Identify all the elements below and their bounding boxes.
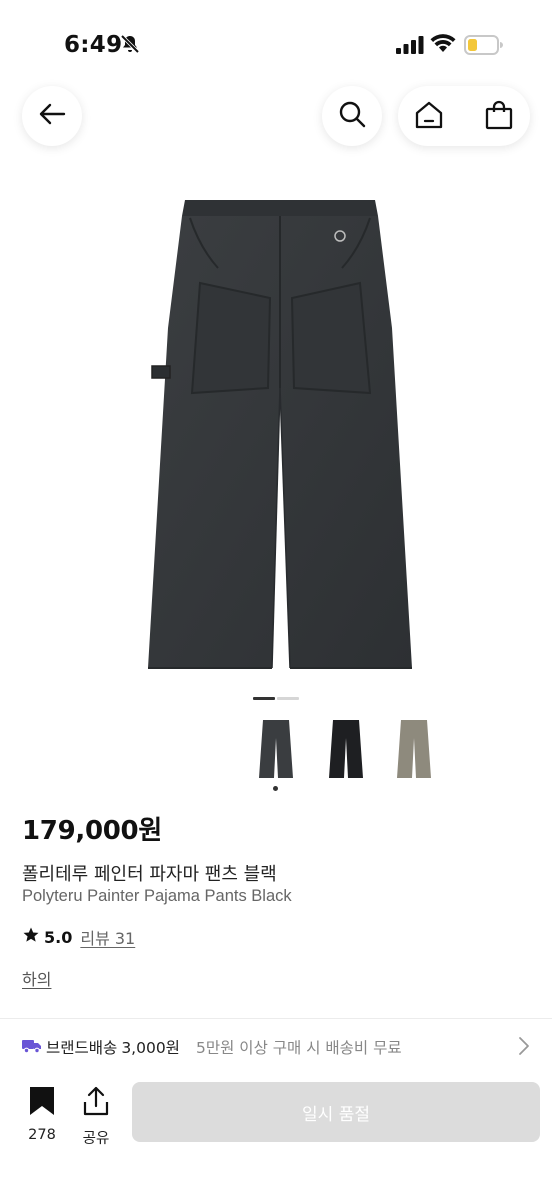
product-image[interactable] xyxy=(130,188,430,678)
chevron-right-icon xyxy=(518,1036,530,1060)
product-price: 179,000원 xyxy=(22,816,162,846)
shipping-note: 5만원 이상 구매 시 배송비 무료 xyxy=(196,1039,402,1057)
shipping-type: 브랜드배송 xyxy=(46,1039,118,1057)
product-name-english: Polyteru Painter Pajama Pants Black xyxy=(22,887,292,905)
signal-icon xyxy=(396,36,424,58)
shipping-fee: 3,000원 xyxy=(121,1039,180,1057)
rating-value: 5.0 xyxy=(44,927,73,947)
divider xyxy=(0,1018,552,1019)
gallery-pager-active xyxy=(253,697,275,700)
shopping-bag-icon[interactable] xyxy=(484,100,514,134)
product-name-korean: 폴리테루 페인터 파자마 팬츠 블랙 xyxy=(22,864,277,885)
shipping-label: 브랜드배송 3,000원 xyxy=(46,1036,180,1058)
review-link[interactable]: 리뷰 31 xyxy=(80,925,135,949)
bookmark-button[interactable]: 278 xyxy=(20,1084,64,1148)
shipping-info-row[interactable]: 브랜드배송 3,000원 5만원 이상 구매 시 배송비 무료 xyxy=(0,1020,552,1072)
color-option-black[interactable] xyxy=(326,716,366,782)
rating-row: 5.0 리뷰 31 xyxy=(22,925,135,949)
back-button[interactable] xyxy=(22,86,82,146)
nav-actions xyxy=(398,86,530,146)
bell-slash-icon xyxy=(120,34,140,58)
star-icon xyxy=(22,926,40,948)
bookmark-icon xyxy=(29,1086,55,1120)
selected-color-indicator xyxy=(273,786,278,791)
bookmark-count: 278 xyxy=(28,1127,56,1143)
back-arrow-icon xyxy=(38,102,66,130)
share-button[interactable]: 공유 xyxy=(74,1084,118,1148)
status-time: 6:49 xyxy=(64,32,123,58)
search-button[interactable] xyxy=(322,86,382,146)
wifi-icon xyxy=(430,33,456,57)
color-option-khaki[interactable] xyxy=(394,716,434,782)
share-icon xyxy=(82,1086,110,1120)
color-option-charcoal[interactable] xyxy=(256,716,296,782)
search-icon xyxy=(338,100,366,132)
battery-low-icon xyxy=(464,35,504,59)
gallery-pager-track xyxy=(277,697,299,700)
status-bar: 6:49 xyxy=(0,0,552,80)
category-link[interactable]: 하의 xyxy=(22,966,51,990)
bottom-action-bar: 278 공유 일시 품절 xyxy=(0,1072,552,1200)
truck-icon xyxy=(22,1038,42,1058)
home-icon[interactable] xyxy=(414,100,444,134)
soldout-button[interactable]: 일시 품절 xyxy=(132,1082,540,1142)
share-label: 공유 xyxy=(82,1131,110,1147)
